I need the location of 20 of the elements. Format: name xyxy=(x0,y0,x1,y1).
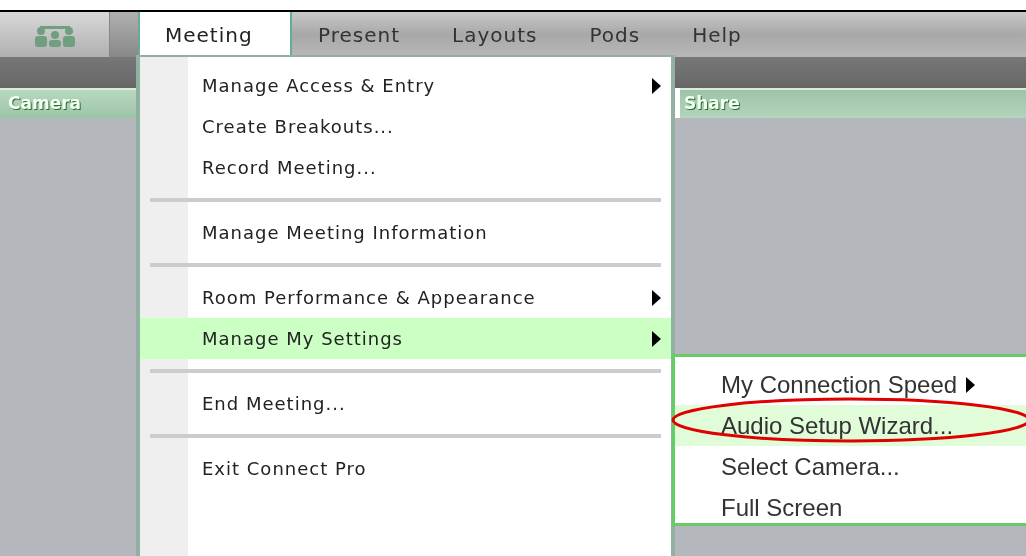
menu-bar-item[interactable]: Present xyxy=(292,12,427,57)
menu-item[interactable]: Room Performance & Appearance xyxy=(140,277,671,318)
menu-item[interactable]: Manage Meeting Information xyxy=(140,212,671,253)
menu-item[interactable]: End Meeting... xyxy=(140,383,671,424)
menu-item[interactable]: Exit Connect Pro xyxy=(140,448,671,489)
menu-item[interactable]: Full Screen xyxy=(675,487,1026,528)
menu-bar-item[interactable]: Pods xyxy=(563,12,667,57)
menu-item[interactable]: Create Breakouts... xyxy=(140,106,671,147)
menu-bar-grip xyxy=(110,12,138,57)
pod-title: Camera xyxy=(8,92,82,116)
menu-bar-item[interactable]: Layouts xyxy=(426,12,564,57)
pod-title: Share xyxy=(684,92,740,116)
menu-item[interactable]: My Connection Speed xyxy=(675,364,1026,405)
menu-bar-item[interactable]: Help xyxy=(666,12,768,57)
menu-item[interactable]: Audio Setup Wizard... xyxy=(675,405,1026,446)
menu-bar-item[interactable]: Meeting xyxy=(138,12,292,57)
menu-item[interactable]: Select Camera... xyxy=(675,446,1026,487)
menu-item[interactable]: Manage My Settings xyxy=(140,318,671,359)
menu-item[interactable]: Record Meeting... xyxy=(140,147,671,188)
menu-item[interactable]: Manage Access & Entry xyxy=(140,65,671,106)
